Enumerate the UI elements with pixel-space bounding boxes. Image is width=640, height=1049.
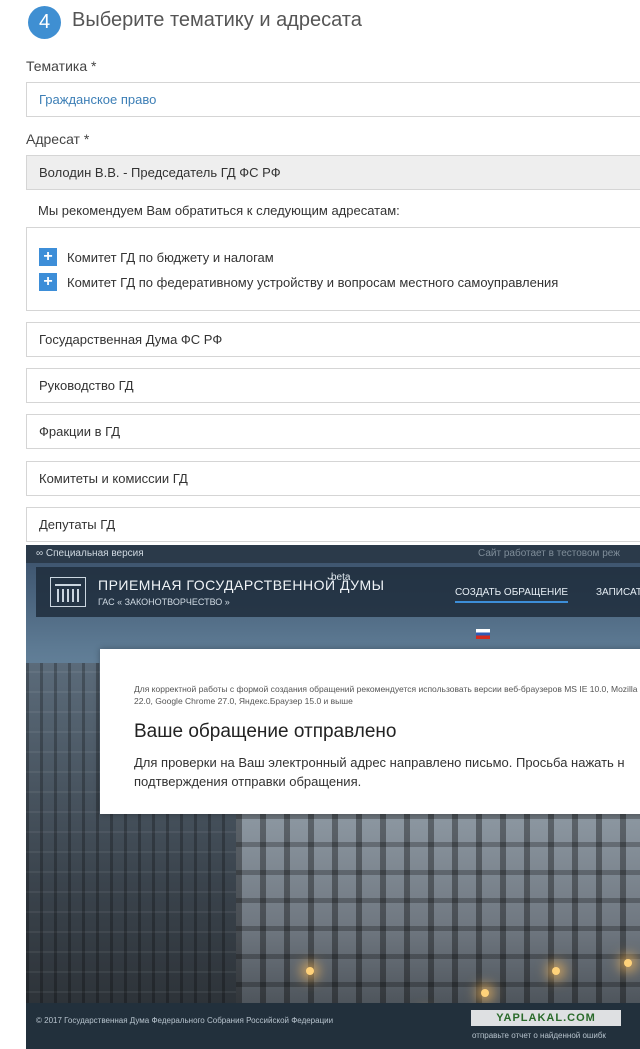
report-error-link[interactable]: отправьте отчет о найденной ошибк [472, 1031, 606, 1040]
recommended-addressee-label: Комитет ГД по федеративному устройству и… [67, 274, 559, 290]
recommendation-text: Мы рекомендуем Вам обратиться к следующи… [38, 203, 400, 218]
duma-building-logo-icon [50, 577, 86, 607]
addressee-select[interactable]: Володин В.В. - Председатель ГД ФС РФ [26, 155, 640, 190]
addressee-group-committees[interactable]: Комитеты и комиссии ГД [26, 461, 640, 496]
street-light [481, 989, 489, 997]
plus-icon[interactable]: + [39, 248, 57, 266]
recommended-addressee[interactable]: + Комитет ГД по федеративному устройству… [39, 272, 558, 292]
nav-appointment[interactable]: ЗАПИСАТ [596, 587, 640, 598]
nav-create-request[interactable]: СОЗДАТЬ ОБРАЩЕНИЕ [455, 587, 569, 603]
step-number-badge: 4 [28, 6, 61, 39]
addressee-group-duma[interactable]: Государственная Дума ФС РФ [26, 322, 640, 357]
confirmation-screenshot: ∞ Специальная версия Сайт работает в тес… [26, 545, 640, 1049]
confirmation-panel: Для корректной работы с формой создания … [100, 649, 640, 814]
test-mode-note: Сайт работает в тестовом реж [478, 548, 620, 559]
portal-brand-subtitle: ГАС « ЗАКОНОТВОРЧЕСТВО » [98, 597, 230, 607]
special-version-bar: ∞ Специальная версия Сайт работает в тес… [26, 545, 640, 563]
recommended-addressee[interactable]: + Комитет ГД по бюджету и налогам [39, 247, 274, 267]
browser-recommendation-note: Для корректной работы с формой создания … [134, 684, 640, 706]
watermark: YAPLAKAL.COM [471, 1010, 621, 1026]
special-version-link[interactable]: ∞ Специальная версия [36, 545, 144, 563]
plus-icon[interactable]: + [39, 273, 57, 291]
recommendation-list: + Комитет ГД по бюджету и налогам + Коми… [26, 227, 640, 311]
addressee-group-leadership[interactable]: Руководство ГД [26, 368, 640, 403]
sent-message: Для проверки на Ваш электронный адрес на… [134, 755, 625, 789]
topic-select[interactable]: Гражданское право [26, 82, 640, 117]
beta-label: beta [331, 572, 351, 583]
sent-title: Ваше обращение отправлено [134, 721, 397, 742]
street-light [306, 967, 314, 975]
copyright-text: © 2017 Государственная Дума Федерального… [36, 1016, 334, 1025]
addressee-label: Адресат * [26, 131, 90, 147]
portal-footer: © 2017 Государственная Дума Федерального… [26, 1003, 640, 1049]
street-light [624, 959, 632, 967]
step-title: Выберите тематику и адресата [72, 9, 362, 31]
special-version-label: Специальная версия [45, 548, 144, 559]
addressee-group-deputies[interactable]: Депутаты ГД [26, 507, 640, 542]
russian-flag [476, 629, 490, 639]
recommended-addressee-label: Комитет ГД по бюджету и налогам [67, 249, 274, 265]
topic-label: Тематика * [26, 58, 97, 74]
street-light [552, 967, 560, 975]
portal-header: ПРИЕМНАЯ ГОСУДАРСТВЕННОЙ ДУМЫ beta ГАС «… [36, 567, 640, 617]
addressee-group-factions[interactable]: Фракции в ГД [26, 414, 640, 449]
